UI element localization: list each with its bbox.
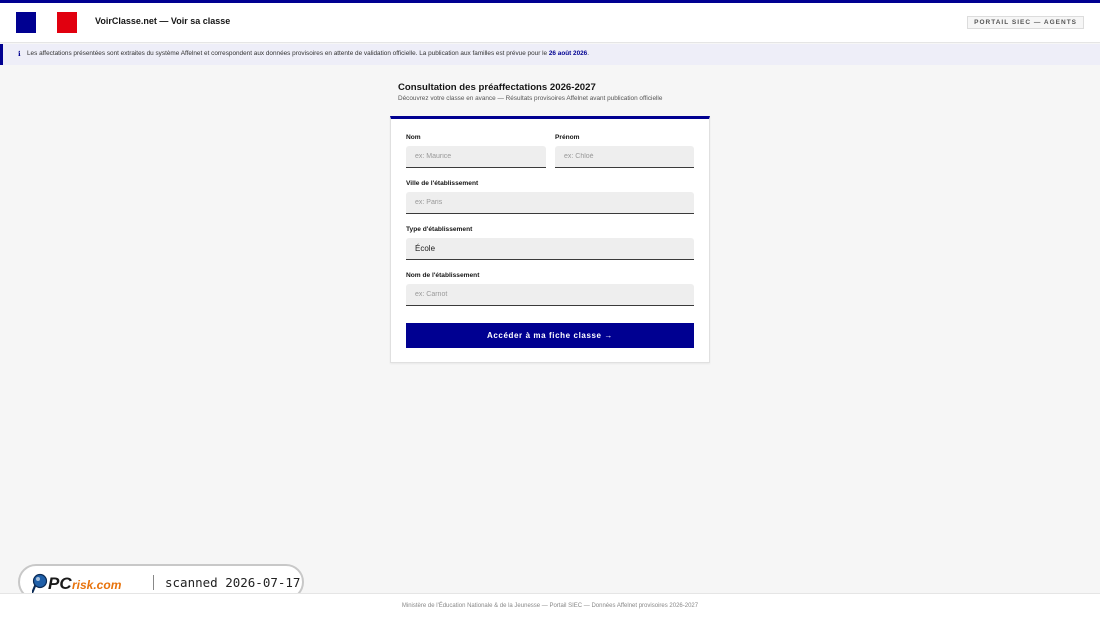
prenom-input[interactable] [555, 146, 694, 168]
nom-input[interactable] [406, 146, 546, 168]
portal-agents-button[interactable]: PORTAIL SIEC — AGENTS [967, 16, 1084, 29]
notice-suffix: . [587, 50, 590, 57]
logo-pc-text: PC [48, 574, 72, 593]
etablissement-input[interactable] [406, 284, 694, 306]
flag-red-stripe [57, 12, 77, 33]
flag-blue-stripe [16, 12, 36, 33]
ville-input[interactable] [406, 192, 694, 214]
info-notice-banner: ℹ Les affectations présentées sont extra… [0, 44, 1100, 65]
logo-risk-text: risk.com [72, 578, 122, 592]
footer-text: Ministère de l'Éducation Nationale & de … [401, 603, 699, 609]
page-title: Consultation des préaffectations 2026-20… [398, 82, 596, 93]
info-icon: ℹ [18, 51, 21, 58]
notice-date: 26 août 2026 [548, 50, 588, 57]
type-label: Type d'établissement [406, 226, 473, 233]
notice-text: Les affectations présentées sont extrait… [27, 50, 589, 57]
site-header: VoirClasse.net — Voir sa classe PORTAIL … [0, 3, 1100, 43]
notice-message: Les affectations présentées sont extrait… [27, 50, 548, 57]
nom-label: Nom [406, 134, 421, 141]
page-subtitle: Découvrez votre classe en avance — Résul… [398, 95, 663, 102]
type-select[interactable]: École [406, 238, 694, 260]
site-footer: Ministère de l'Éducation Nationale & de … [0, 593, 1100, 619]
pcrisk-logo: PC risk.com [32, 573, 122, 594]
badge-separator [153, 575, 154, 590]
site-title[interactable]: VoirClasse.net — Voir sa classe [95, 16, 230, 26]
etablissement-label: Nom de l'établissement [406, 272, 480, 279]
search-form-card: Nom Prénom Ville de l'établissement Type… [390, 116, 710, 363]
prenom-label: Prénom [555, 134, 580, 141]
scan-date-text: scanned 2026-07-17 [165, 575, 301, 590]
submit-button[interactable]: Accéder à ma fiche classe → [406, 323, 694, 348]
ville-label: Ville de l'établissement [406, 180, 479, 187]
